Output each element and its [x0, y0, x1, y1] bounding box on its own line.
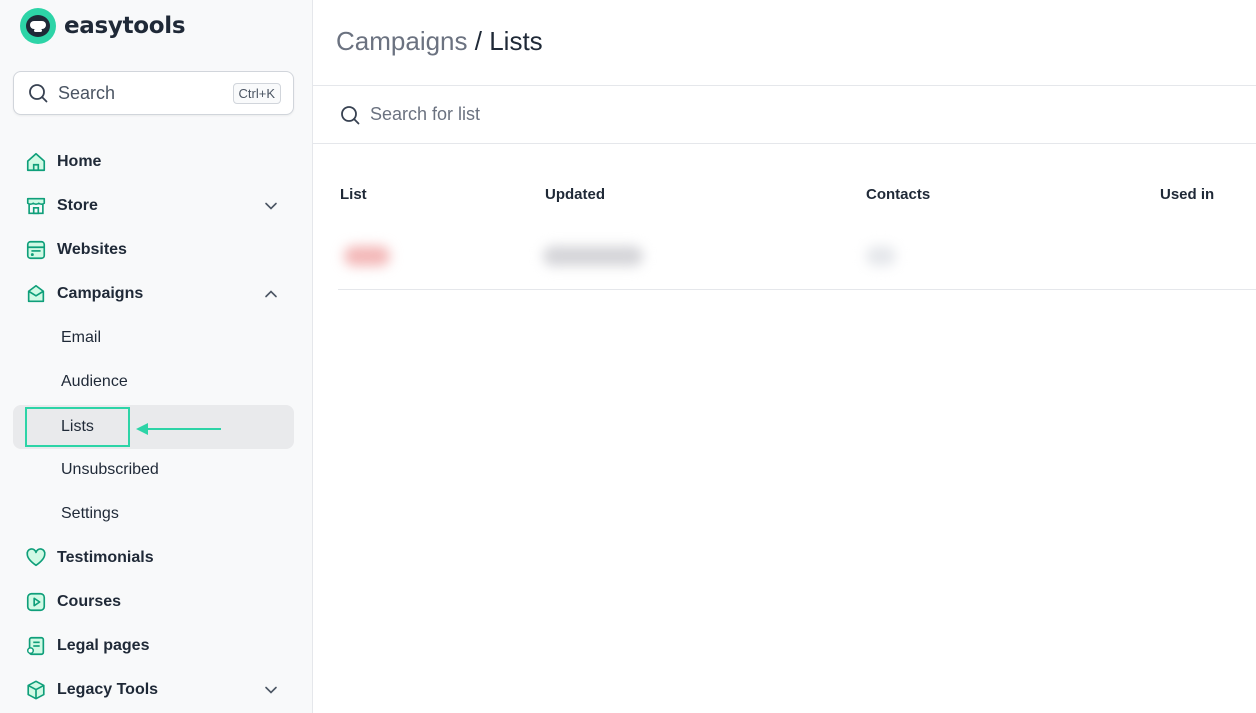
redacted-list-name: [344, 246, 390, 266]
shortcut-badge: Ctrl+K: [232, 82, 281, 104]
logo-icon: [20, 8, 56, 44]
breadcrumb: Campaigns / Lists: [336, 26, 543, 57]
sidebar-item-label: Campaigns: [57, 285, 144, 302]
sidebar-item-label: Legacy Tools: [57, 681, 159, 698]
sidebar-item-legal-pages[interactable]: Legal pages: [13, 626, 294, 666]
sidebar-item-label: Legal pages: [57, 637, 150, 654]
sidebar-item-store[interactable]: Store: [13, 186, 294, 226]
sidebar-item-testimonials[interactable]: Testimonials: [13, 538, 294, 578]
table-row[interactable]: [338, 224, 1256, 290]
column-header-used-in[interactable]: Used in: [1160, 186, 1214, 203]
chevron-down-icon[interactable]: [264, 683, 278, 697]
sidebar-item-campaigns[interactable]: Campaigns: [13, 274, 294, 314]
play-icon: [26, 592, 46, 612]
heart-icon: [26, 548, 46, 567]
sidebar-subitem-email[interactable]: Email: [13, 316, 294, 360]
sidebar-item-legacy-tools[interactable]: Legacy Tools: [13, 670, 294, 710]
column-header-updated[interactable]: Updated: [545, 186, 605, 203]
sidebar-subitem-label: Settings: [61, 505, 119, 522]
breadcrumb-separator: /: [474, 26, 482, 56]
sidebar-item-label: Testimonials: [57, 549, 154, 566]
highlight-box: [25, 407, 130, 447]
sidebar-item-label: Courses: [57, 593, 122, 610]
chevron-up-icon[interactable]: [264, 287, 278, 301]
arrow-left-icon: [136, 423, 221, 435]
sidebar-search[interactable]: Search Ctrl+K: [13, 71, 294, 115]
sidebar-subitem-unsubscribed[interactable]: Unsubscribed: [13, 448, 294, 492]
campaigns-icon: [27, 284, 45, 303]
store-icon: [26, 197, 46, 215]
column-header-contacts[interactable]: Contacts: [866, 186, 930, 203]
app-name: easytools: [64, 13, 186, 39]
breadcrumb-parent[interactable]: Campaigns: [336, 26, 468, 56]
sidebar-subitem-settings[interactable]: Settings: [13, 492, 294, 536]
sidebar-item-label: Home: [57, 153, 102, 170]
column-header-list[interactable]: List: [340, 186, 367, 203]
sidebar-item-label: Websites: [57, 241, 127, 258]
websites-icon: [26, 240, 46, 260]
app-logo[interactable]: easytools: [20, 8, 186, 44]
legal-icon: [27, 636, 45, 656]
box-icon: [27, 680, 45, 700]
sidebar-item-label: Store: [57, 197, 98, 214]
sidebar: easytools Search Ctrl+K Home Store Websi…: [0, 0, 313, 713]
main-content: Campaigns / Lists Search for list List U…: [313, 0, 1256, 713]
search-placeholder: Search for list: [370, 104, 481, 124]
sidebar-item-websites[interactable]: Websites: [13, 230, 294, 270]
page-title: Lists: [489, 26, 543, 56]
redacted-updated: [543, 246, 643, 266]
page-header: Campaigns / Lists: [313, 0, 1256, 86]
chevron-down-icon[interactable]: [264, 199, 278, 213]
list-search-input[interactable]: Search for list: [313, 86, 1256, 144]
sidebar-item-courses[interactable]: Courses: [13, 582, 294, 622]
sidebar-item-home[interactable]: Home: [13, 142, 294, 182]
search-label: Search: [58, 82, 116, 103]
sidebar-subitem-label: Unsubscribed: [61, 461, 159, 478]
home-icon: [26, 152, 46, 172]
search-icon: [341, 105, 360, 124]
sidebar-subitem-label: Email: [61, 329, 102, 346]
search-icon: [29, 84, 48, 103]
sidebar-subitem-label: Audience: [61, 373, 128, 390]
redacted-contacts: [866, 246, 896, 266]
sidebar-subitem-audience[interactable]: Audience: [13, 360, 294, 404]
